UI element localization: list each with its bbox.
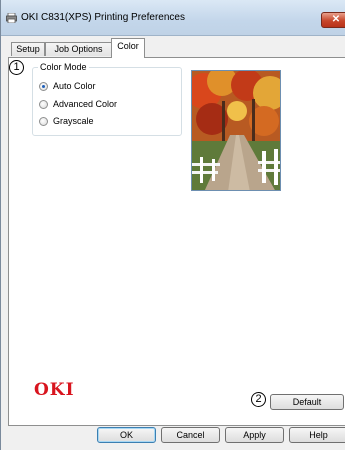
tab-job-options[interactable]: Job Options: [45, 42, 112, 56]
help-button[interactable]: Help: [289, 427, 345, 443]
tab-color[interactable]: Color: [111, 38, 145, 58]
window-title: OKI C831(XPS) Printing Preferences: [21, 12, 185, 23]
radio-label-auto-color: Auto Color: [53, 81, 96, 91]
radio-label-grayscale: Grayscale: [53, 116, 94, 126]
color-mode-label: Color Mode: [38, 62, 89, 72]
callout-marker-1: 1: [9, 60, 24, 75]
printing-preferences-window: OKI C831(XPS) Printing Preferences ✕ Set…: [0, 0, 345, 450]
autumn-road-picture: [192, 71, 280, 190]
ok-button[interactable]: OK: [97, 427, 156, 443]
radio-button[interactable]: [39, 100, 48, 109]
default-button[interactable]: Default: [270, 394, 344, 410]
title-bar[interactable]: OKI C831(XPS) Printing Preferences ✕: [1, 0, 345, 36]
tab-setup[interactable]: Setup: [11, 42, 45, 56]
radio-label-advanced-color: Advanced Color: [53, 99, 118, 109]
printer-icon: [6, 13, 17, 23]
oki-logo: OKI: [34, 380, 75, 400]
callout-marker-2: 2: [251, 392, 266, 407]
color-preview-image: [191, 70, 281, 191]
close-button[interactable]: ✕: [321, 12, 345, 28]
apply-button[interactable]: Apply: [225, 427, 284, 443]
radio-button-checked[interactable]: [39, 82, 48, 91]
radio-button[interactable]: [39, 117, 48, 126]
cancel-button[interactable]: Cancel: [161, 427, 220, 443]
